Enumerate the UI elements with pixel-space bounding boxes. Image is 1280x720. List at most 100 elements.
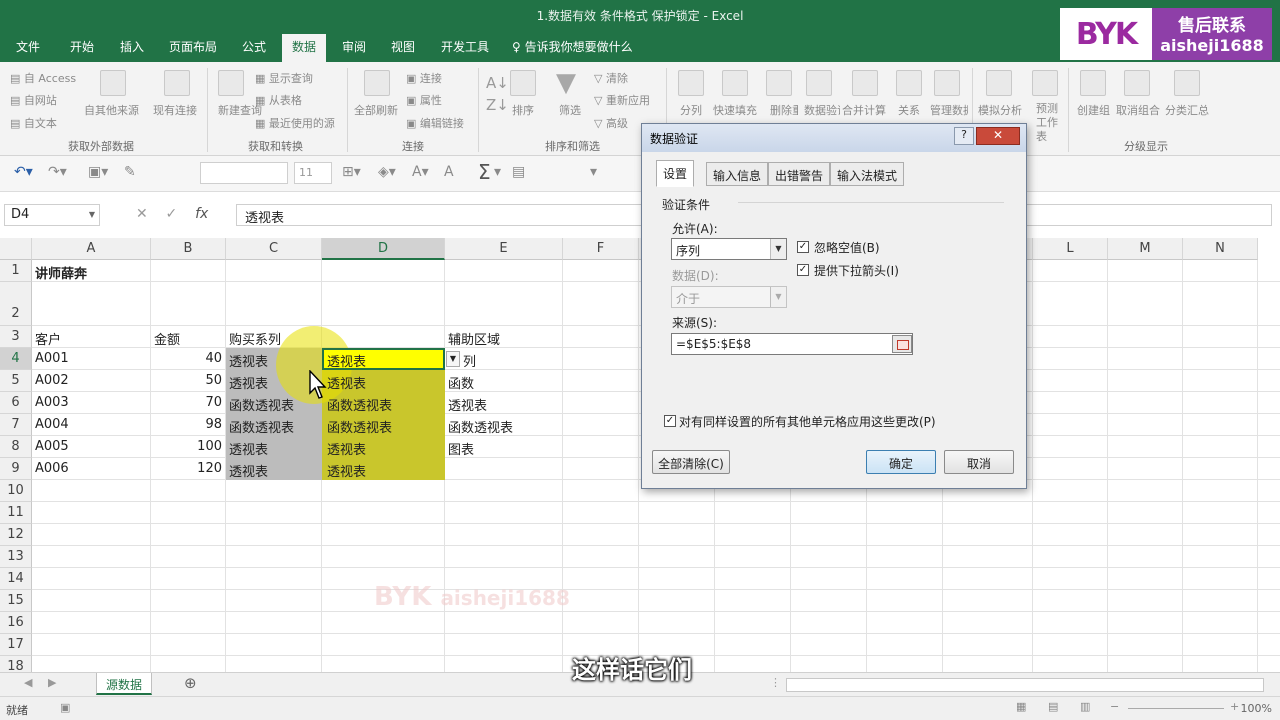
cell-e8[interactable]: 图表 <box>445 437 477 460</box>
font-size-box[interactable]: 11 <box>294 162 332 184</box>
filter-button[interactable]: 筛选 <box>559 102 581 118</box>
fill-color-icon[interactable]: ◈▾ <box>378 164 396 180</box>
row-header-4[interactable]: 4 <box>0 348 32 370</box>
paste-icon[interactable]: ▣▾ <box>88 164 108 180</box>
cell-b9[interactable]: 120 <box>151 459 226 478</box>
sort-button[interactable]: 排序 <box>512 102 534 118</box>
horizontal-scrollbar[interactable] <box>786 678 1264 692</box>
cell-c7[interactable]: 函数透视表 <box>226 415 297 438</box>
allow-select[interactable]: 序列 ▼ <box>671 238 787 260</box>
flash-fill-button[interactable]: 快速填充 <box>713 102 757 118</box>
row-header-1[interactable]: 1 <box>0 260 32 282</box>
table-format-icon[interactable]: ▤ <box>512 164 525 180</box>
cell-d8[interactable]: 透视表 <box>324 437 369 460</box>
col-header-d[interactable]: D <box>322 238 445 260</box>
cell-b5[interactable]: 50 <box>151 371 226 390</box>
cell-e4[interactable]: 列 <box>460 349 479 372</box>
borders-icon[interactable]: ⊞▾ <box>342 164 361 180</box>
row-header-14[interactable]: 14 <box>0 568 32 590</box>
dropdown-arrow-checkbox[interactable]: ✓ <box>797 264 809 276</box>
select-all-corner[interactable] <box>0 238 32 260</box>
cell-c8[interactable]: 透视表 <box>226 437 271 460</box>
col-header-b[interactable]: B <box>151 238 226 260</box>
cell-d9[interactable]: 透视表 <box>324 459 369 482</box>
cell-e3[interactable]: 辅助区域 <box>445 327 503 350</box>
cell-d7[interactable]: 函数透视表 <box>324 415 395 438</box>
normal-view-icon[interactable]: ▦ <box>1016 700 1026 713</box>
row-header-7[interactable]: 7 <box>0 414 32 436</box>
cell-b6[interactable]: 70 <box>151 393 226 412</box>
cell-a7[interactable]: A004 <box>32 415 72 434</box>
cell-a4[interactable]: A001 <box>32 349 72 368</box>
tab-file[interactable]: 文件 <box>16 38 40 55</box>
other-sources-button[interactable]: 自其他来源 <box>84 102 139 118</box>
add-sheet-icon[interactable]: ⊕ <box>184 674 197 692</box>
collapse-dialog-icon[interactable] <box>892 335 912 353</box>
existing-connections-button[interactable]: 现有连接 <box>153 102 197 118</box>
row-header-18[interactable]: 18 <box>0 656 32 672</box>
font-size-increase-icon[interactable]: A <box>444 164 454 180</box>
col-header-e[interactable]: E <box>445 238 563 260</box>
advanced-button[interactable]: ▽ 高级 <box>594 115 628 131</box>
zoom-slider[interactable] <box>1128 708 1224 709</box>
apply-all-checkbox[interactable]: ✓ <box>664 415 676 427</box>
cell-e6[interactable]: 透视表 <box>445 393 490 416</box>
tab-settings[interactable]: 设置 <box>656 160 695 187</box>
clear-button[interactable]: ▽ 清除 <box>594 70 628 86</box>
forecast-sheet-button[interactable]: 预测工作表 <box>1036 102 1064 144</box>
autosum-icon[interactable]: Σ <box>478 160 491 184</box>
cell-c6[interactable]: 函数透视表 <box>226 393 297 416</box>
tab-home[interactable]: 开始 <box>70 38 94 55</box>
autosum-dropdown-icon[interactable]: ▾ <box>494 164 501 180</box>
data-validation-button[interactable]: 数据验证 <box>804 102 840 118</box>
zoom-out-icon[interactable]: − <box>1110 700 1119 713</box>
cell-b7[interactable]: 98 <box>151 415 226 434</box>
col-header-n[interactable]: N <box>1183 238 1258 260</box>
col-header-a[interactable]: A <box>32 238 151 260</box>
sheet-tab-source-data[interactable]: 源数据 <box>96 673 152 695</box>
cell-c5[interactable]: 透视表 <box>226 371 271 394</box>
cell-dropdown-button[interactable]: ▼ <box>446 351 460 367</box>
row-header-2[interactable]: 2 <box>0 282 32 326</box>
tab-error-alert[interactable]: 出错警告 <box>768 162 831 186</box>
create-group-button[interactable]: 创建组 <box>1077 102 1110 118</box>
recent-sources-button[interactable]: ▦ 最近使用的源 <box>255 115 335 131</box>
edit-links-button[interactable]: ▣ 编辑链接 <box>406 115 464 131</box>
sort-desc-icon[interactable]: Z↓ <box>486 96 509 114</box>
ignore-blank-checkbox[interactable]: ✓ <box>797 241 809 253</box>
cell-b3[interactable]: 金额 <box>151 327 183 350</box>
page-layout-view-icon[interactable]: ▤ <box>1048 700 1058 713</box>
cell-c9[interactable]: 透视表 <box>226 459 271 482</box>
help-button[interactable]: ? <box>954 127 974 145</box>
clear-all-button[interactable]: 全部清除(C) <box>652 450 730 474</box>
show-query-button[interactable]: ▦ 显示查询 <box>255 70 313 86</box>
cell-a3[interactable]: 客户 <box>32 327 64 350</box>
cell-e5[interactable]: 函数 <box>445 371 477 394</box>
row-header-11[interactable]: 11 <box>0 502 32 524</box>
row-header-13[interactable]: 13 <box>0 546 32 568</box>
tab-insert[interactable]: 插入 <box>120 38 144 55</box>
consolidate-button[interactable]: 合并计算 <box>842 102 886 118</box>
from-table-button[interactable]: ▦ 从表格 <box>255 92 302 108</box>
row-header-16[interactable]: 16 <box>0 612 32 634</box>
cell-d5[interactable]: 透视表 <box>324 371 369 394</box>
row-header-5[interactable]: 5 <box>0 370 32 392</box>
sort-asc-icon[interactable]: A↓ <box>486 74 509 92</box>
relationships-button[interactable]: 关系 <box>898 102 920 118</box>
enter-check-icon[interactable]: ✓ <box>166 206 178 222</box>
undo-icon[interactable]: ↶▾ <box>14 164 33 180</box>
ungroup-button[interactable]: 取消组合 <box>1116 102 1160 118</box>
name-box[interactable]: D4 ▼ <box>4 204 100 226</box>
redo-icon[interactable]: ↷▾ <box>48 164 67 180</box>
ok-button[interactable]: 确定 <box>866 450 936 474</box>
manage-data-model-button[interactable]: 管理数据模型 <box>930 102 968 118</box>
tab-input-message[interactable]: 输入信息 <box>706 162 769 186</box>
cell-e7[interactable]: 函数透视表 <box>445 415 516 438</box>
properties-button[interactable]: ▣ 属性 <box>406 92 442 108</box>
tab-view[interactable]: 视图 <box>391 38 415 55</box>
cell-b8[interactable]: 100 <box>151 437 226 456</box>
cell-a6[interactable]: A003 <box>32 393 72 412</box>
prev-sheet-icon[interactable]: ◀ <box>24 676 32 689</box>
cell-a1[interactable]: 讲师薛奔 <box>32 261 90 284</box>
row-header-8[interactable]: 8 <box>0 436 32 458</box>
